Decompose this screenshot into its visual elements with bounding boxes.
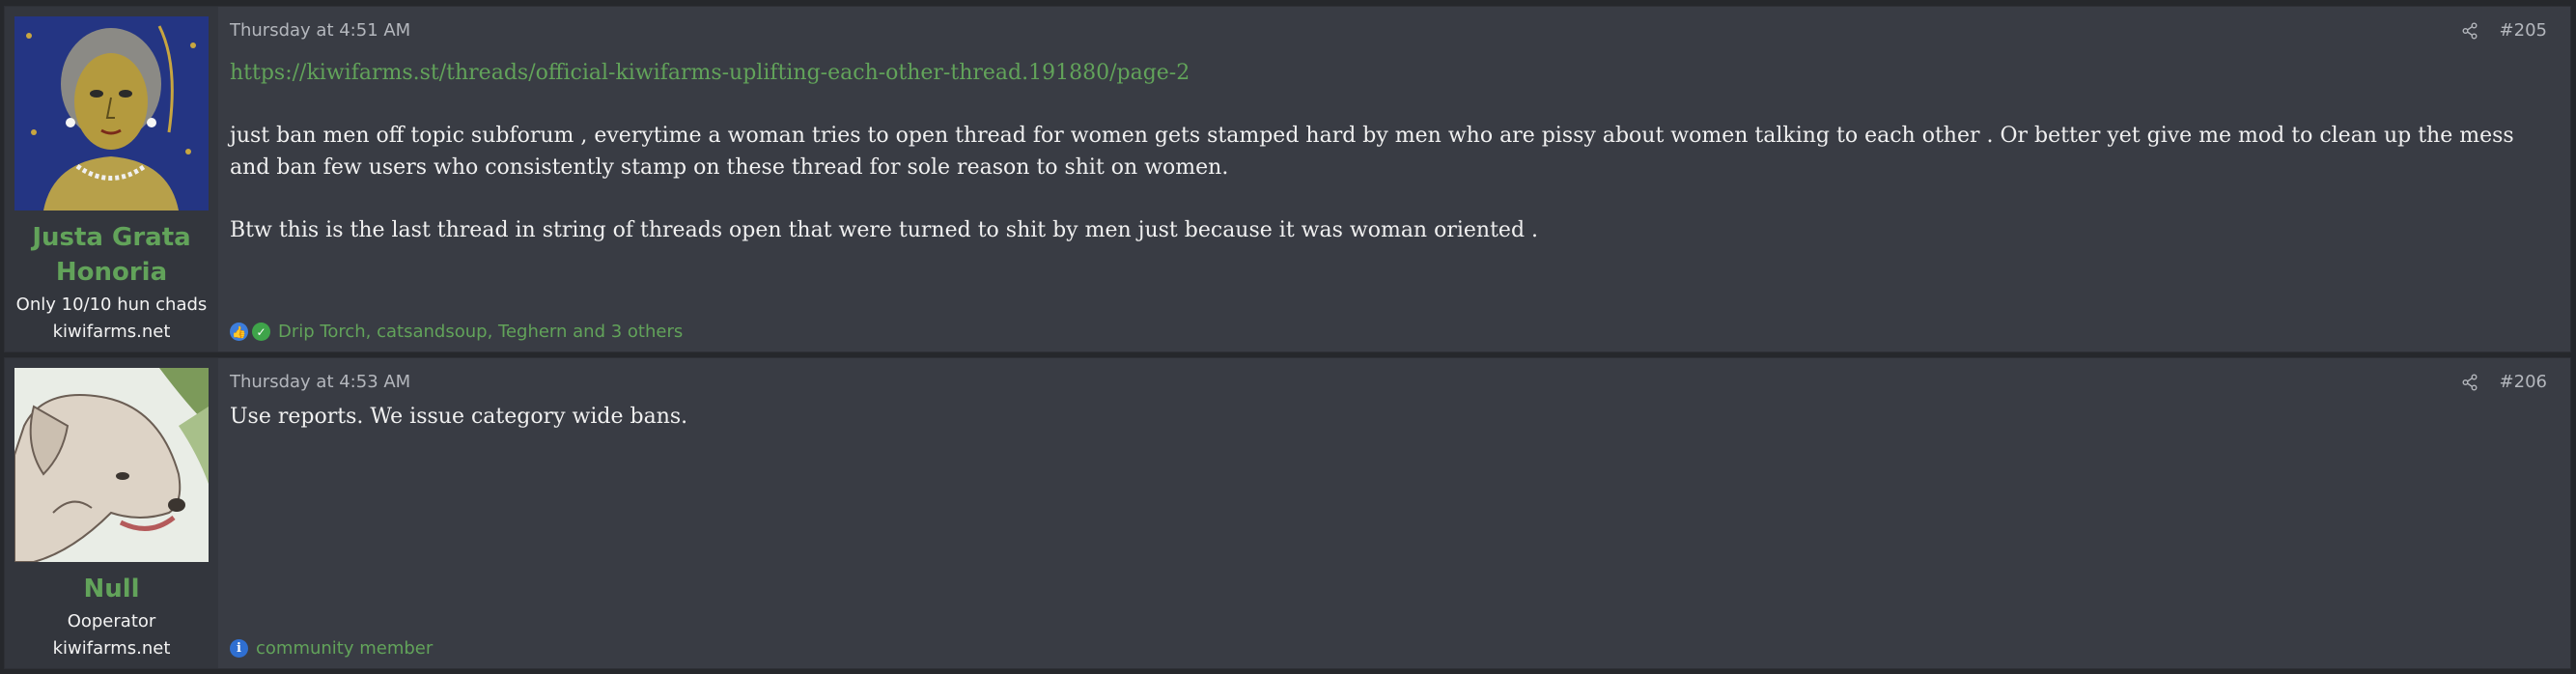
user-banner: kiwifarms.net (52, 322, 171, 342)
avatar[interactable] (14, 16, 209, 211)
avatar[interactable] (14, 368, 209, 562)
post-number[interactable]: #205 (2500, 20, 2547, 41)
informative-icon: i (230, 639, 248, 658)
reactions-list[interactable]: Drip Torch, catsandsoup, Teghern and 3 o… (278, 322, 683, 342)
user-title: Ooperator (67, 611, 156, 632)
post-body: https://kiwifarms.st/threads/official-ki… (230, 57, 2547, 277)
post-205: Justa Grata Honoria Only 10/10 hun chads… (4, 6, 2571, 352)
post-206: Null Ooperator kiwifarms.net Thursday at… (4, 357, 2571, 669)
user-banner: kiwifarms.net (52, 638, 171, 659)
post-content: Thursday at 4:51 AM #205 https://kiwifar… (218, 7, 2570, 351)
post-date[interactable]: Thursday at 4:53 AM (230, 372, 410, 392)
user-info-cell: Justa Grata Honoria Only 10/10 hun chads… (5, 7, 218, 351)
username[interactable]: Justa Grata Honoria (32, 220, 190, 290)
post-paragraph: Use reports. We issue category wide bans… (230, 405, 688, 429)
share-icon[interactable] (2461, 22, 2478, 40)
post-paragraph: just ban men off topic subforum , everyt… (230, 124, 2514, 180)
post-actions: #205 (2461, 20, 2547, 41)
reactions-bar[interactable]: 👍 ✓ Drip Torch, catsandsoup, Teghern and… (230, 322, 683, 342)
agree-icon: ✓ (252, 323, 270, 341)
username[interactable]: Null (83, 572, 139, 606)
post-paragraph: Btw this is the last thread in string of… (230, 218, 1539, 242)
reactions-bar[interactable]: i community member (230, 638, 433, 659)
post-date[interactable]: Thursday at 4:51 AM (230, 20, 410, 41)
post-body: Use reports. We issue category wide bans… (230, 401, 2547, 463)
post-link[interactable]: https://kiwifarms.st/threads/official-ki… (230, 61, 1190, 85)
post-number[interactable]: #206 (2500, 372, 2547, 392)
username-line-1[interactable]: Justa Grata (32, 220, 190, 255)
post-content: Thursday at 4:53 AM #206 Use reports. We… (218, 358, 2570, 668)
username-line-2[interactable]: Honoria (32, 255, 190, 290)
post-actions: #206 (2461, 372, 2547, 392)
share-icon[interactable] (2461, 374, 2478, 391)
user-title: Only 10/10 hun chads (15, 295, 208, 315)
like-icon: 👍 (230, 323, 248, 341)
user-info-cell: Null Ooperator kiwifarms.net (5, 358, 218, 668)
reactions-list[interactable]: community member (256, 638, 433, 659)
